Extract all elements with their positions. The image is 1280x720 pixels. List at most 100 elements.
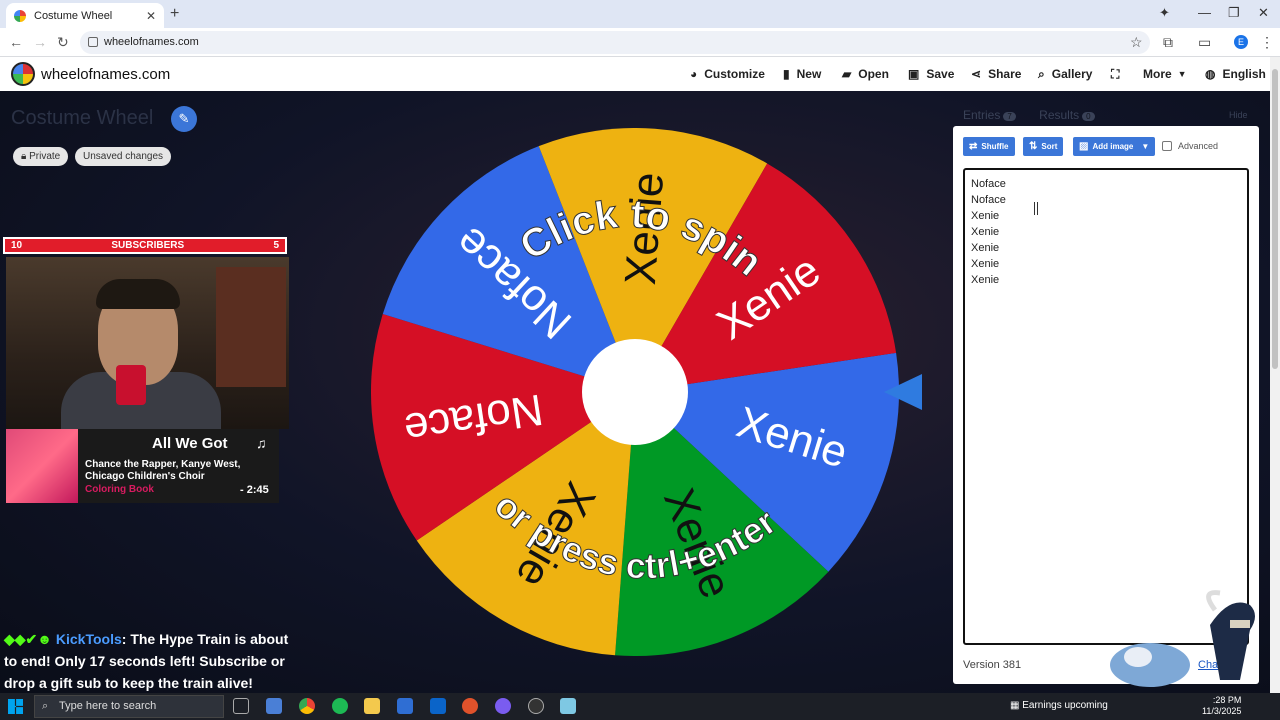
save-icon: ▣ [908,67,920,81]
new-tab-button[interactable]: + [170,5,179,23]
chat-username: KickTools [55,631,122,647]
song-artist: Chance the Rapper, Kanye West, Chicago C… [85,459,241,482]
clock-date: 11/3/2025 [1202,706,1242,716]
forward-icon[interactable]: → [33,34,47,50]
sort-button[interactable]: ⇅ Sort [1023,137,1064,156]
taskbar-clock[interactable]: :28 PM 11/3/2025 [1202,695,1241,717]
pokemon-horn [1206,590,1221,612]
edit-title-button[interactable]: ✎ [171,106,197,132]
app-icon[interactable] [462,698,478,714]
search-icon: ⌕ [1038,66,1045,81]
song-title: All We Got [152,435,228,452]
taskbar: ⌕ Type here to search ▦ Earnings upcomin… [0,693,1280,720]
extensions-icon[interactable]: ⧉ [1163,34,1173,51]
sub-goal-current: 10 [11,240,23,251]
app-icon[interactable] [560,698,576,714]
discord-icon[interactable] [495,698,511,714]
outlook-icon[interactable] [430,698,446,714]
entry-line: Xenie [971,242,1000,254]
tab-entries[interactable]: Entries 7 [963,108,1016,122]
add-image-button[interactable]: ▨ Add image ▼ [1073,137,1156,156]
share-icon: ⋖ [971,67,982,81]
folder-icon: ▰ [842,67,852,81]
wheel-center[interactable] [582,339,688,445]
hide-panel-button[interactable]: Hide [1229,110,1248,120]
back-icon[interactable]: ← [9,34,23,50]
dresser-shape [216,267,286,387]
reload-icon[interactable]: ↻ [57,34,69,51]
private-chip[interactable]: 🔒︎ Private [13,147,69,166]
minimize-button[interactable]: — [1198,5,1211,20]
entry-line: Noface [971,194,1006,206]
site-info-icon[interactable] [88,37,98,47]
close-window-button[interactable]: ✕ [1258,5,1269,21]
customize-button[interactable]: ◕ Customize [690,57,765,91]
profile-avatar[interactable]: E [1234,35,1248,49]
advanced-checkbox[interactable]: Advanced [1162,141,1218,151]
browser-menu-icon[interactable]: ⋮ [1260,34,1274,51]
chat-badges-icon: ◆◆✔☻ [4,631,52,647]
obs-icon[interactable] [528,698,544,714]
task-view-icon[interactable] [233,698,249,714]
shuffle-button[interactable]: ⇄ Shuffle [963,137,1015,156]
main-area: Costume Wheel ✎ 🔒︎ Private Unsaved chang… [0,91,1270,693]
news-widget[interactable]: ▦ Earnings upcoming [1010,700,1108,711]
language-button[interactable]: ◍ English [1205,57,1266,91]
spin-wheel[interactable]: Xenie Xenie Xenie Noface Noface Xenie Xenie Cl… [371,127,899,656]
store-icon[interactable] [397,698,413,714]
palette-icon: ◕ [690,67,698,81]
pokemon-left-face [1124,647,1152,667]
now-playing-widget: All We Got ♫ Chance the Rapper, Kanye We… [6,429,279,503]
open-button[interactable]: ▰ Open [842,57,889,91]
site-header: wheelofnames.com ◕ Customize ▮ New ▰ Open ▣… [0,57,1270,91]
pencil-icon: ✎ [178,111,190,126]
fullscreen-button[interactable]: ⛶ [1111,57,1126,91]
gallery-button[interactable]: ⌕ Gallery [1038,57,1092,91]
site-logo-icon[interactable] [11,62,35,86]
diamond-icon[interactable]: ✦ [1159,5,1170,21]
url-input[interactable]: wheelofnames.com [80,31,1150,54]
taskbar-search-input[interactable]: ⌕ Type here to search [34,695,224,718]
chrome-icon[interactable] [299,698,315,714]
entry-line: Xenie [971,258,1000,270]
entries-count-badge: 7 [1003,112,1016,121]
song-album: Coloring Book [85,484,154,495]
cast-icon[interactable]: ▭ [1198,34,1211,51]
wheel-svg[interactable]: XenieXenieXenieNofaceNoface XenieXenie Cl… [371,127,899,656]
clock-time: :28 PM [1212,695,1242,705]
language-label: English [1222,67,1266,81]
results-count-badge: 0 [1082,112,1095,121]
pokemon-collar [1230,620,1250,628]
close-tab-icon[interactable]: ✕ [146,9,156,23]
save-label: Save [926,67,955,81]
tab-results[interactable]: Results 0 [1039,108,1095,122]
brand-name[interactable]: wheelofnames.com [41,66,170,83]
checkbox-box[interactable] [1162,141,1172,151]
maximize-button[interactable]: ❐ [1228,5,1240,21]
version-label: Version 381 [963,659,1022,671]
scrollbar-thumb[interactable] [1272,69,1278,369]
customize-label: Customize [704,67,765,81]
windows-start-icon[interactable] [8,699,23,714]
copilot-icon[interactable] [266,698,282,714]
new-button[interactable]: ▮ New [783,57,821,91]
open-label: Open [858,67,889,81]
page-scrollbar[interactable] [1270,57,1280,693]
add-image-label: Add image [1092,142,1134,151]
url-text: wheelofnames.com [104,36,199,48]
more-button[interactable]: More ▼ [1143,57,1194,91]
bookmark-star-icon[interactable]: ☆ [1130,34,1143,51]
chevron-down-icon: ▼ [1141,142,1150,151]
text-cursor-icon [1034,202,1038,215]
spotify-icon[interactable] [332,698,348,714]
share-button[interactable]: ⋖ Share [971,57,1021,91]
shuffle-icon: ⇄ [969,141,978,152]
webcam-feed [6,257,289,429]
music-note-icon: ♫ [256,435,267,451]
entry-line: Noface [971,178,1006,190]
file-explorer-icon[interactable] [364,698,380,714]
entries-textarea[interactable]: Noface Noface Xenie Xenie Xenie Xenie Xe… [963,168,1249,645]
save-button[interactable]: ▣ Save [908,57,954,91]
browser-tab[interactable]: Costume Wheel ✕ [6,3,164,28]
share-label: Share [988,67,1022,81]
